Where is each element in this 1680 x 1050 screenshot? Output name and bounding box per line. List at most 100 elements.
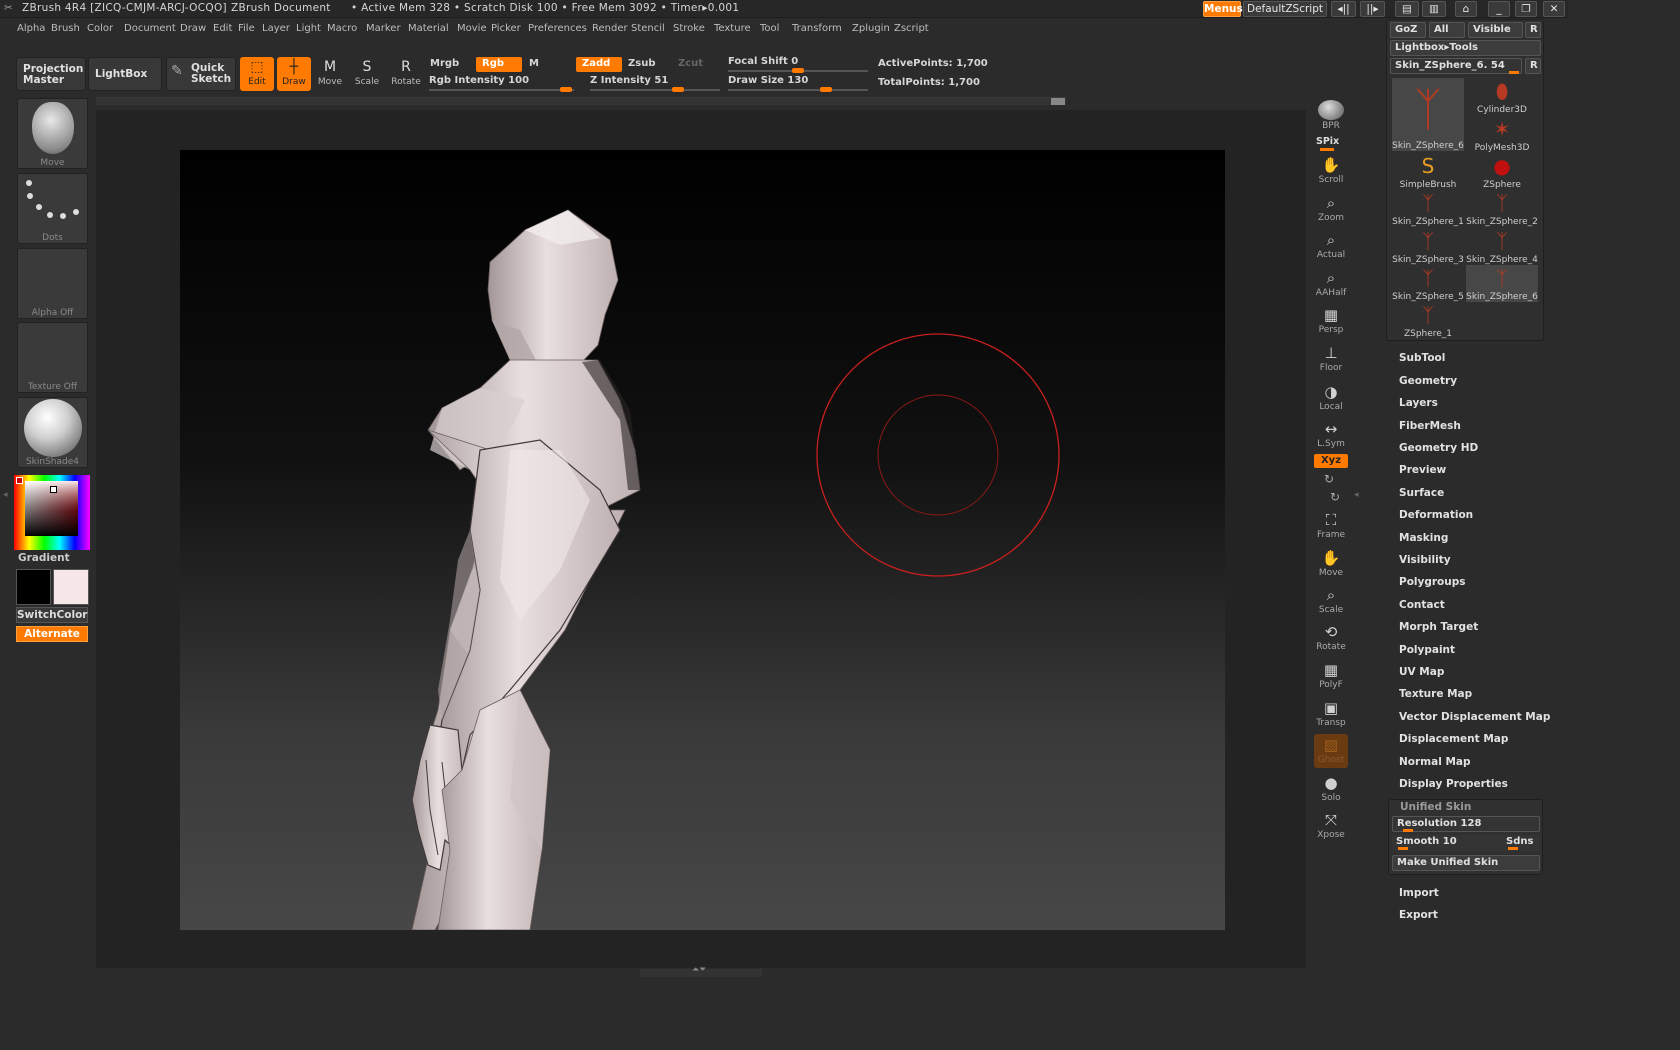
floor-button[interactable]: ⊥ Floor bbox=[1314, 342, 1348, 376]
subpalette-geometry[interactable]: Geometry bbox=[1399, 375, 1457, 387]
subpalette-vector-displacement-map[interactable]: Vector Displacement Map bbox=[1399, 711, 1550, 723]
subpalette-subtool[interactable]: SubTool bbox=[1399, 352, 1445, 364]
make-unified-skin-button[interactable]: Make Unified Skin bbox=[1392, 855, 1540, 871]
visible-button[interactable]: Visible bbox=[1468, 22, 1523, 38]
persp-button[interactable]: ▦ Persp bbox=[1314, 304, 1348, 338]
tool-polymesh3d[interactable]: ✶ PolyMesh3D bbox=[1466, 116, 1538, 153]
resolution-slider[interactable]: Resolution 128 bbox=[1392, 816, 1540, 832]
tray-handle[interactable] bbox=[1051, 98, 1065, 105]
default-zscript-button[interactable]: DefaultZScript bbox=[1243, 1, 1327, 17]
subpalette-displacement-map[interactable]: Displacement Map bbox=[1399, 733, 1508, 745]
r-tool-button[interactable]: R bbox=[1525, 58, 1541, 74]
subpalette-texture-map[interactable]: Texture Map bbox=[1399, 688, 1472, 700]
bpr-button[interactable]: BPR bbox=[1314, 98, 1348, 132]
polyf-button[interactable]: ▦ PolyF bbox=[1314, 659, 1348, 693]
switchcolor-button[interactable]: SwitchColor bbox=[16, 607, 88, 623]
menu-movie[interactable]: Movie bbox=[457, 23, 487, 34]
main-color-swatch[interactable] bbox=[53, 569, 89, 605]
smooth-slider[interactable]: Smooth 10 Sdns bbox=[1392, 835, 1540, 851]
menu-stencil[interactable]: Stencil bbox=[631, 23, 665, 34]
gradient-label[interactable]: Gradient bbox=[18, 552, 70, 564]
scroll-left-icon[interactable]: ◂|| bbox=[1331, 1, 1356, 17]
projection-master-button[interactable]: Projection Master bbox=[16, 57, 86, 91]
rgb-intensity-knob[interactable] bbox=[560, 87, 572, 92]
menu-preferences[interactable]: Preferences bbox=[528, 23, 587, 34]
minimize-icon[interactable]: _ bbox=[1488, 1, 1510, 17]
unified-skin-title[interactable]: Unified Skin bbox=[1400, 801, 1471, 813]
subpalette-uv-map[interactable]: UV Map bbox=[1399, 666, 1444, 678]
subpalette-contact[interactable]: Contact bbox=[1399, 599, 1445, 611]
move-view-button[interactable]: ✋ Move bbox=[1314, 547, 1348, 581]
menus-button[interactable]: Menus bbox=[1203, 1, 1243, 17]
z-intensity-knob[interactable] bbox=[672, 87, 684, 92]
current-brush[interactable]: Move bbox=[17, 98, 88, 169]
tool-cylinder3d[interactable]: ⬮ Cylinder3D bbox=[1466, 78, 1538, 115]
goz-button[interactable]: GoZ bbox=[1390, 22, 1426, 38]
z-intensity-slider[interactable]: Z Intensity 51 bbox=[590, 75, 720, 92]
subpalette-masking[interactable]: Masking bbox=[1399, 532, 1448, 544]
zoom-button[interactable]: ⌕ Zoom bbox=[1314, 192, 1348, 226]
tool-skin-zsphere-5[interactable]: ᛉ Skin_ZSphere_5 bbox=[1392, 265, 1464, 302]
move-button[interactable]: M Move bbox=[313, 57, 347, 91]
edit-button[interactable]: ⬚ Edit bbox=[240, 57, 274, 91]
lightbox-button[interactable]: LightBox bbox=[88, 57, 162, 91]
left-tray-arrow-icon[interactable]: ◂ bbox=[3, 490, 8, 500]
rgb-intensity-slider[interactable]: Rgb Intensity 100 bbox=[429, 75, 574, 92]
r-button[interactable]: R bbox=[1525, 22, 1541, 38]
mrgb-toggle[interactable]: Mrgb bbox=[424, 57, 465, 72]
menu-light[interactable]: Light bbox=[296, 23, 321, 34]
menu-texture[interactable]: Texture bbox=[714, 23, 751, 34]
scroll-right-icon[interactable]: ||▸ bbox=[1360, 1, 1385, 17]
menu-render[interactable]: Render bbox=[592, 23, 628, 34]
frame-button[interactable]: ⛶ Frame bbox=[1314, 509, 1348, 543]
zsphere-skin-model[interactable] bbox=[180, 150, 1225, 930]
subpalette-preview[interactable]: Preview bbox=[1399, 464, 1446, 476]
rotate-button[interactable]: R Rotate bbox=[389, 57, 423, 91]
quick-sketch-button[interactable]: ✎ Quick Sketch bbox=[166, 57, 236, 91]
rotate-z-icon[interactable]: ↻ bbox=[1330, 490, 1340, 504]
sdns-knob[interactable] bbox=[1508, 847, 1518, 850]
top-tray-divider[interactable] bbox=[96, 97, 1066, 105]
scroll-button[interactable]: ✋ Scroll bbox=[1314, 154, 1348, 188]
layout-alt-icon[interactable]: ▥ bbox=[1422, 1, 1446, 17]
ghost-button[interactable]: ▨ Ghost bbox=[1314, 734, 1348, 768]
menu-document[interactable]: Document bbox=[124, 23, 176, 34]
subpalette-export[interactable]: Export bbox=[1399, 909, 1438, 921]
zadd-toggle[interactable]: Zadd bbox=[576, 57, 622, 72]
subpalette-morph-target[interactable]: Morph Target bbox=[1399, 621, 1478, 633]
menu-file[interactable]: File bbox=[238, 23, 255, 34]
tool-skin-zsphere-6-large[interactable]: ᛉ Skin_ZSphere_6 bbox=[1392, 78, 1464, 151]
draw-size-slider[interactable]: Draw Size 130 bbox=[728, 75, 868, 92]
menu-material[interactable]: Material bbox=[408, 23, 449, 34]
subpalette-import[interactable]: Import bbox=[1399, 887, 1439, 899]
subpalette-polygroups[interactable]: Polygroups bbox=[1399, 576, 1466, 588]
rgb-toggle[interactable]: Rgb bbox=[476, 57, 522, 72]
menu-tool[interactable]: Tool bbox=[760, 23, 779, 34]
current-stroke[interactable]: Dots bbox=[17, 173, 88, 244]
solo-button[interactable]: ● Solo bbox=[1314, 772, 1348, 806]
tool-skin-zsphere-3[interactable]: ᛉ Skin_ZSphere_3 bbox=[1392, 228, 1464, 265]
focal-shift-slider[interactable]: Focal Shift 0 bbox=[728, 56, 868, 73]
current-material[interactable]: SkinShade4 bbox=[17, 397, 88, 468]
right-tray-arrow-icon[interactable]: ◂ bbox=[1354, 490, 1359, 500]
current-texture[interactable]: Texture Off bbox=[17, 322, 88, 393]
draw-button[interactable]: ┼ Draw bbox=[277, 57, 311, 91]
resolution-knob[interactable] bbox=[1403, 829, 1413, 832]
lsym-button[interactable]: ↔ L.Sym bbox=[1314, 418, 1348, 452]
rotate-y-icon[interactable]: ↻ bbox=[1324, 472, 1334, 486]
zcut-toggle[interactable]: Zcut bbox=[672, 57, 709, 72]
menu-alpha[interactable]: Alpha bbox=[17, 23, 45, 34]
bottom-tray-handle[interactable]: ⏶⏷ bbox=[640, 965, 762, 977]
menu-macro[interactable]: Macro bbox=[327, 23, 357, 34]
menu-marker[interactable]: Marker bbox=[366, 23, 401, 34]
layout-icon[interactable]: ▤ bbox=[1395, 1, 1419, 17]
secondary-color-swatch[interactable] bbox=[16, 569, 51, 605]
aahalf-button[interactable]: ⌕ AAHalf bbox=[1314, 267, 1348, 301]
menu-draw[interactable]: Draw bbox=[180, 23, 206, 34]
color-cursor[interactable] bbox=[50, 486, 57, 493]
tool-skin-zsphere-4[interactable]: ᛉ Skin_ZSphere_4 bbox=[1466, 228, 1538, 265]
color-saturation-square[interactable] bbox=[25, 481, 78, 536]
menu-picker[interactable]: Picker bbox=[491, 23, 521, 34]
subpalette-normal-map[interactable]: Normal Map bbox=[1399, 756, 1471, 768]
3d-viewport[interactable] bbox=[180, 150, 1225, 930]
